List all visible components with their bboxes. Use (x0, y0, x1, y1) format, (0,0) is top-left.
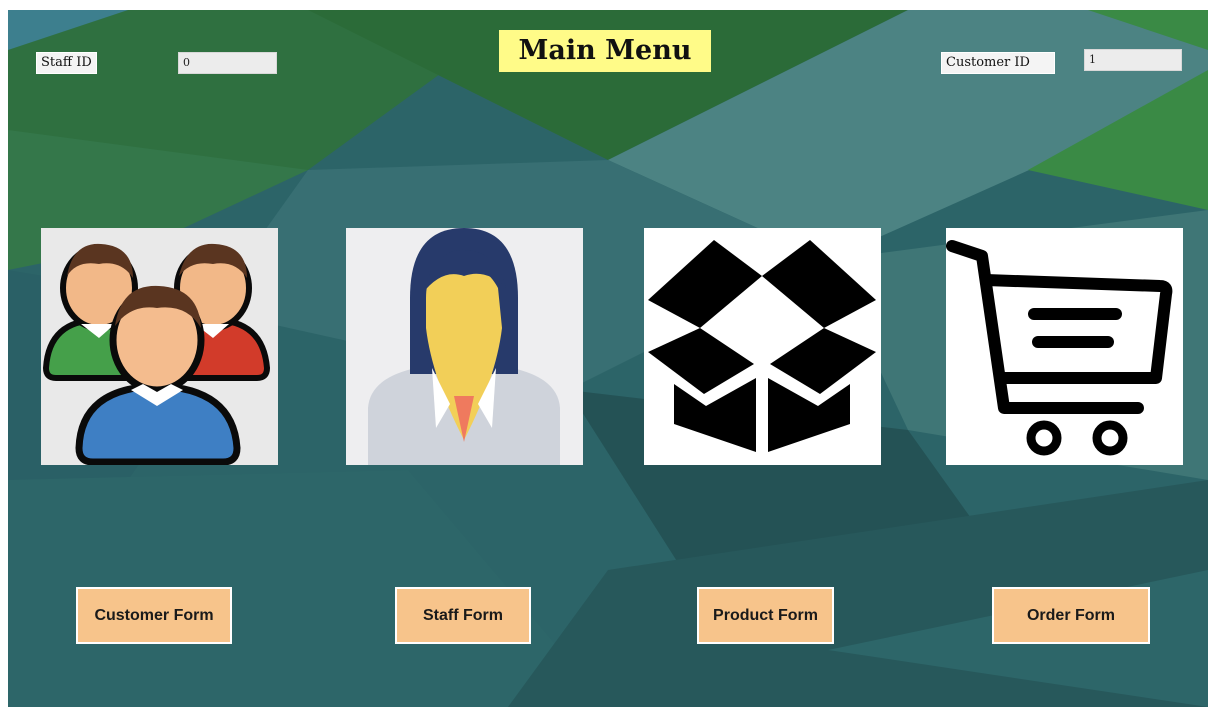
customers-group-icon (42, 243, 271, 465)
page-title: Main Menu (499, 30, 711, 72)
product-form-button[interactable]: Product Form (697, 587, 834, 644)
customer-id-label: Customer ID (941, 52, 1055, 74)
staff-id-field[interactable]: 0 (178, 52, 277, 74)
order-form-button[interactable]: Order Form (992, 587, 1150, 644)
shopping-cart-icon (946, 240, 1173, 456)
staff-id-label: Staff ID (36, 52, 97, 74)
product-box-icon (648, 240, 876, 452)
customers-tile[interactable] (41, 228, 278, 465)
products-tile[interactable] (644, 228, 881, 465)
staff-form-button[interactable]: Staff Form (395, 587, 531, 644)
customer-id-field[interactable]: 1 (1084, 49, 1182, 71)
staff-tile[interactable] (346, 228, 583, 465)
main-menu-form: Staff ID 0 Main Menu Customer ID 1 Custo… (8, 10, 1208, 707)
customer-form-button[interactable]: Customer Form (76, 587, 232, 644)
orders-tile[interactable] (946, 228, 1183, 465)
staff-woman-icon (368, 228, 560, 465)
